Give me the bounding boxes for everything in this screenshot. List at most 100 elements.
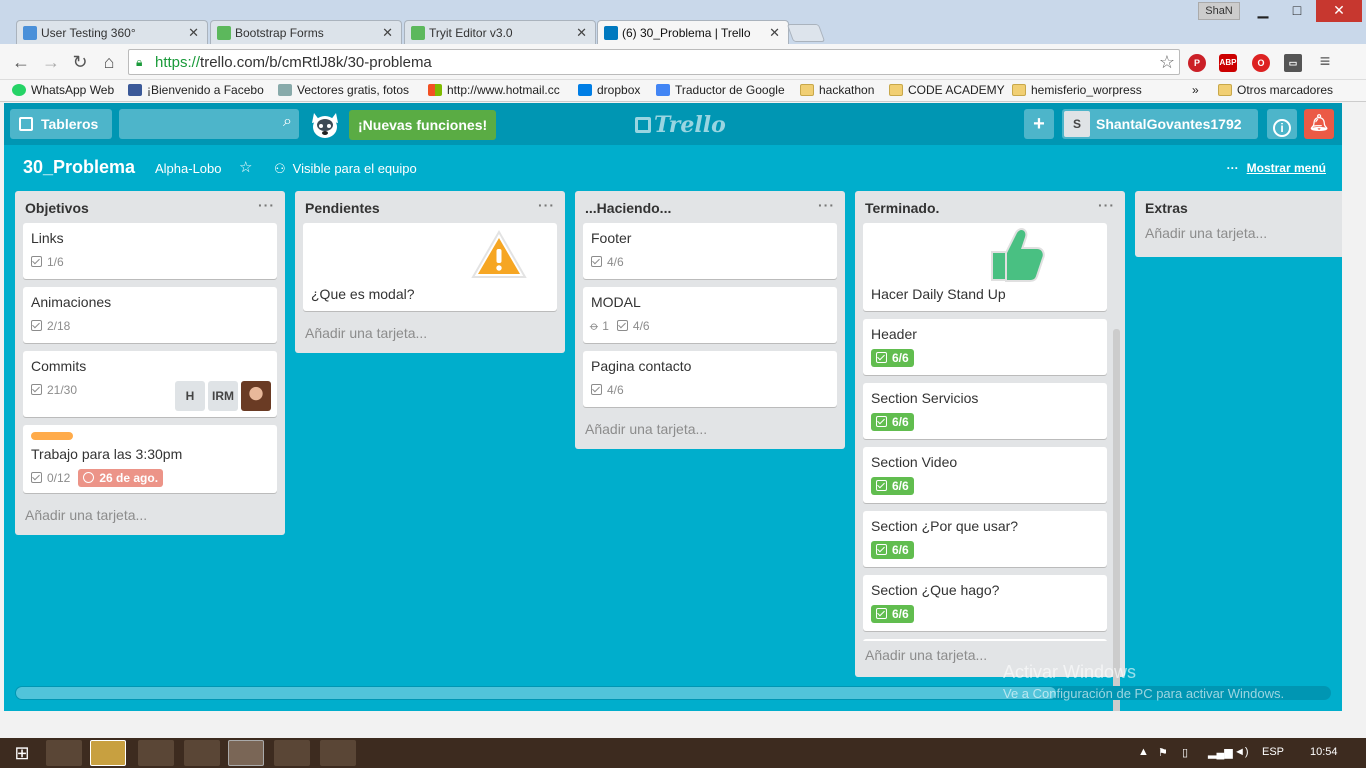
close-tab-icon[interactable]: ✕ (576, 25, 587, 41)
bookmark-facebook[interactable]: ¡Bienvenido a Facebo (128, 83, 268, 97)
card-footer[interactable]: Footer 4/6 (583, 223, 837, 279)
cast-icon[interactable]: ▭ (1284, 54, 1302, 72)
chrome-icon[interactable] (138, 740, 174, 766)
opera-extension-icon[interactable]: O (1252, 54, 1270, 72)
back-arrow-icon[interactable]: ← (10, 52, 32, 73)
tab-trello[interactable]: (6) 30_Problema | Trello ✕ (597, 20, 789, 46)
new-tab-button[interactable] (786, 24, 826, 42)
card-pagina-contacto[interactable]: Pagina contacto 4/6 (583, 351, 837, 407)
list-menu-icon[interactable]: ··· (818, 197, 835, 213)
card-partial[interactable] (863, 639, 1107, 641)
member-menu-button[interactable]: S ShantalGovantes1792 (1062, 109, 1258, 139)
card-animaciones[interactable]: Animaciones 2/18 (23, 287, 277, 343)
tab-tryit-editor[interactable]: Tryit Editor v3.0 ✕ (404, 20, 596, 46)
list-scrollbar[interactable] (1113, 329, 1120, 711)
sourcetree-icon[interactable] (184, 740, 220, 766)
card-section-servicios[interactable]: Section Servicios 6/6 (863, 383, 1107, 439)
minimize-icon[interactable]: ▁ (1246, 0, 1280, 22)
reload-icon[interactable]: ↻ (69, 52, 91, 73)
close-window-icon[interactable]: ✕ (1316, 0, 1362, 22)
add-card-link[interactable]: Añadir una tarjeta... (15, 501, 285, 535)
battery-icon[interactable]: ▯ (1182, 746, 1188, 759)
menu-icon[interactable]: ≡ (1314, 51, 1336, 72)
board-title[interactable]: 30_Problema (23, 157, 135, 178)
tab-user-testing[interactable]: User Testing 360° ✕ (16, 20, 208, 46)
taskbar-app-icon[interactable] (274, 740, 310, 766)
list-menu-icon[interactable]: ··· (258, 197, 275, 213)
member-avatar[interactable]: IRM (208, 381, 238, 411)
list-cards-scroll-area[interactable]: Hacer Daily Stand Up Header 6/6 Section … (855, 223, 1115, 641)
card-hacer-daily[interactable]: Hacer Daily Stand Up (863, 223, 1107, 311)
boards-button[interactable]: Tableros (10, 109, 112, 139)
member-avatar[interactable]: H (175, 381, 205, 411)
add-card-link[interactable]: Añadir una tarjeta... (1135, 223, 1342, 257)
notifications-bell-icon[interactable]: 🔔︎ (1304, 109, 1334, 139)
bookmark-hemisferio[interactable]: hemisferio_worpress (1012, 83, 1142, 97)
add-card-link[interactable]: Añadir una tarjeta... (575, 415, 845, 449)
bookmark-code-academy[interactable]: CODE ACADEMY (889, 83, 1005, 97)
search-input[interactable]: ⌕ (119, 109, 299, 139)
member-photo-avatar[interactable] (241, 381, 271, 411)
flag-icon[interactable]: ⚑ (1158, 746, 1168, 759)
language-indicator[interactable]: ESP (1262, 746, 1284, 758)
windows-start-icon[interactable]: ⊞ (6, 740, 38, 766)
pinterest-icon[interactable]: P (1188, 54, 1206, 72)
card-que-es-modal[interactable]: ¿Que es modal? (303, 223, 557, 311)
close-tab-icon[interactable]: ✕ (188, 25, 199, 41)
card-trabajo[interactable]: Trabajo para las 3:30pm 0/12 26 de ago. (23, 425, 277, 493)
signal-icon[interactable]: ▂▄▆ (1208, 746, 1233, 759)
forward-arrow-icon[interactable]: → (40, 52, 62, 73)
more-bookmarks-chevron-icon[interactable]: » (1192, 83, 1199, 97)
list-header[interactable]: Extras (1135, 191, 1342, 223)
taskbar-app-icon[interactable] (90, 740, 126, 766)
close-tab-icon[interactable]: ✕ (382, 25, 393, 41)
new-features-button[interactable]: ¡Nuevas funciones! (349, 110, 497, 140)
address-bar[interactable]: 🔒︎ https://trello.com/b/cmRtlJ8k/30-prob… (128, 49, 1180, 75)
add-card-link[interactable]: Añadir una tarjeta... (295, 319, 565, 353)
close-tab-icon[interactable]: ✕ (769, 25, 780, 41)
list-menu-icon[interactable]: ··· (1098, 197, 1115, 213)
add-plus-icon[interactable]: + (1024, 109, 1054, 139)
clock[interactable]: 10:54 (1310, 746, 1338, 758)
tab-bootstrap-forms[interactable]: Bootstrap Forms ✕ (210, 20, 402, 46)
list-header[interactable]: Objetivos ··· (15, 191, 285, 223)
list-header[interactable]: Terminado. ··· (855, 191, 1125, 223)
card-header[interactable]: Header 6/6 (863, 319, 1107, 375)
card-modal[interactable]: MODAL ⌀1 4/6 (583, 287, 837, 343)
adblock-icon[interactable]: ABP (1219, 54, 1237, 72)
info-icon[interactable]: i (1267, 109, 1297, 139)
list-header[interactable]: Pendientes ··· (295, 191, 565, 223)
card-commits[interactable]: Commits 21/30 H IRM (23, 351, 277, 417)
show-menu-link[interactable]: ··· Mostrar menú (1227, 161, 1326, 175)
chrome-active-icon[interactable] (228, 740, 264, 766)
bookmark-hotmail[interactable]: http://www.hotmail.cc (428, 83, 566, 97)
bookmark-star-icon[interactable]: ☆ (1159, 52, 1175, 73)
show-hidden-icons-icon[interactable]: ▲ (1138, 746, 1149, 758)
card-links[interactable]: Links 1/6 (23, 223, 277, 279)
maximize-icon[interactable]: □ (1280, 0, 1314, 22)
checklist-complete-badge: 6/6 (871, 349, 914, 367)
checklist-icon (876, 352, 887, 363)
bookmark-dropbox[interactable]: dropbox (578, 83, 640, 97)
team-name[interactable]: Alpha-Lobo (155, 161, 222, 176)
star-icon[interactable]: ☆ (239, 158, 252, 176)
bookmark-other[interactable]: Otros marcadores (1218, 83, 1333, 97)
taskbar-window-icon[interactable] (320, 740, 356, 766)
card-section-por-que-usar[interactable]: Section ¿Por que usar? 6/6 (863, 511, 1107, 567)
bookmark-hackathon[interactable]: hackathon (800, 83, 874, 97)
card-section-video[interactable]: Section Video 6/6 (863, 447, 1107, 503)
bookmark-whatsapp[interactable]: WhatsApp Web (12, 83, 114, 97)
trello-logo[interactable]: Trello (635, 112, 726, 138)
list-header[interactable]: ...Haciendo... ··· (575, 191, 845, 223)
profile-button[interactable]: ShaN (1198, 2, 1240, 20)
visibility-button[interactable]: ⚇ Visible para el equipo (274, 161, 417, 177)
bookmark-translate[interactable]: Traductor de Google (656, 83, 785, 97)
card-section-que-hago[interactable]: Section ¿Que hago? 6/6 (863, 575, 1107, 631)
volume-icon[interactable]: ◄) (1234, 746, 1249, 758)
file-explorer-icon[interactable] (46, 740, 82, 766)
home-icon[interactable]: ⌂ (98, 52, 120, 73)
url-text[interactable]: https://trello.com/b/cmRtlJ8k/30-problem… (155, 54, 432, 71)
scrollbar-thumb[interactable] (16, 687, 1056, 699)
bookmark-vectores[interactable]: Vectores gratis, fotos (278, 83, 413, 97)
list-menu-icon[interactable]: ··· (538, 197, 555, 213)
